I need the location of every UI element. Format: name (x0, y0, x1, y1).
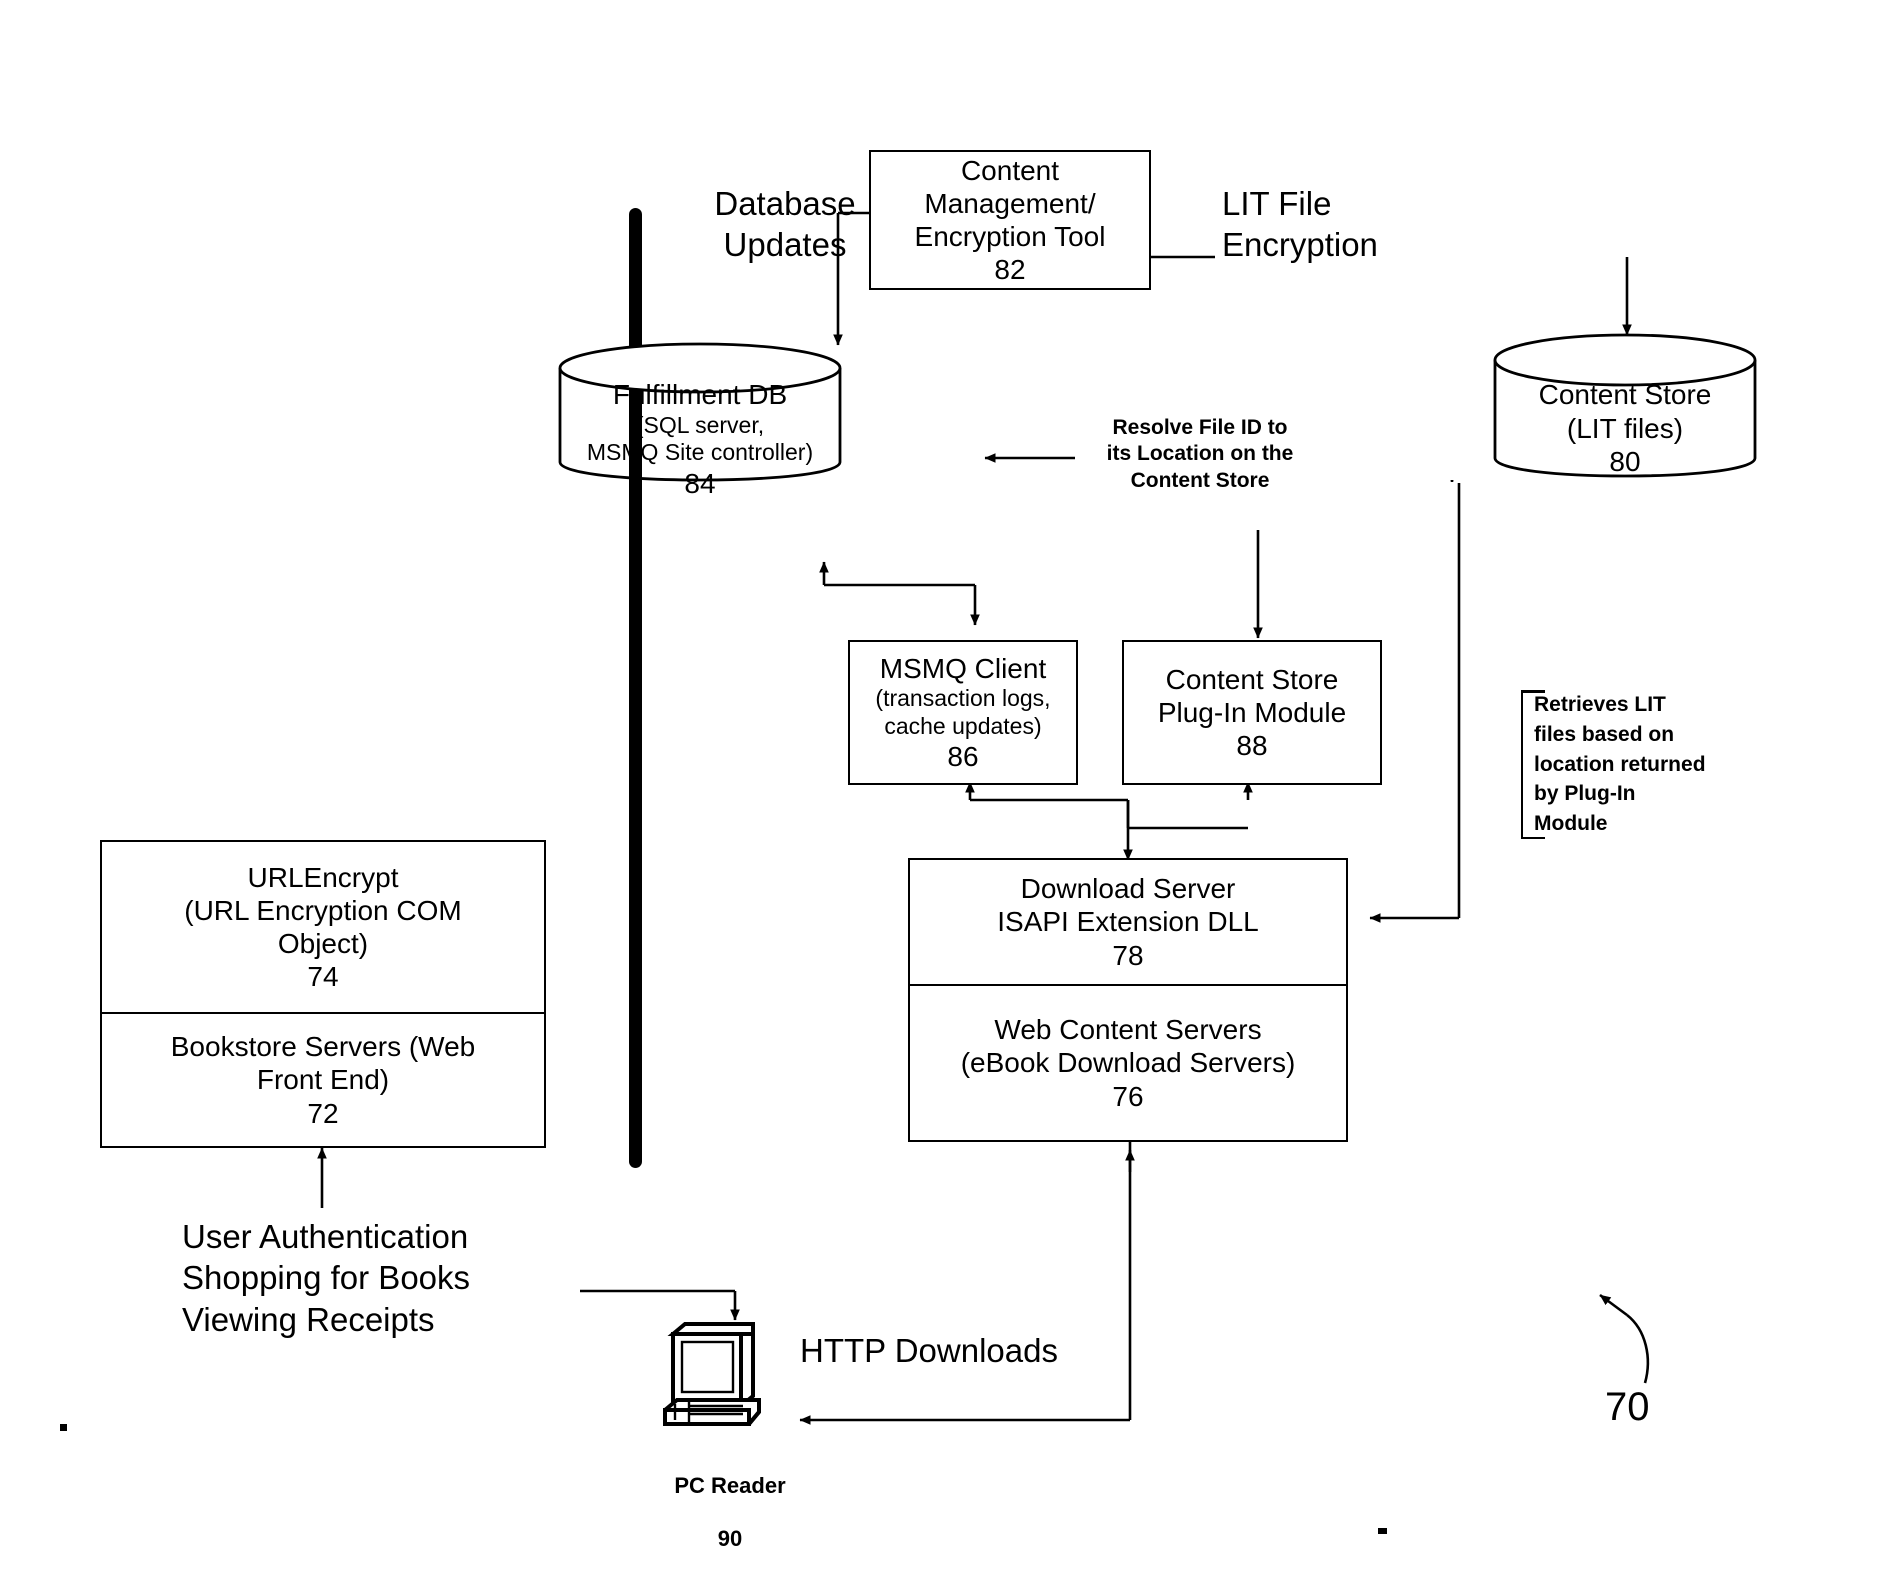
node-pc-reader[interactable] (655, 1320, 805, 1450)
node-content-store-plugin-module[interactable]: Content Store Plug-In Module 88 (1122, 640, 1382, 785)
node-title: Content Store (1538, 379, 1712, 410)
node-ref-number: 76 (1112, 1080, 1144, 1112)
node-ref-number: 80 (1609, 446, 1641, 478)
node-detail: (LIT files) (1566, 412, 1684, 444)
desktop-computer-icon (663, 1322, 761, 1426)
wire-figure-leader-arrow (1599, 1293, 1628, 1317)
pc-reader-caption: PC Reader 90 (620, 1446, 840, 1580)
annotation-user-actions: User Authentication Shopping for Books V… (182, 1218, 471, 1338)
node-web-content-servers[interactable]: Web Content Servers (eBook Download Serv… (910, 984, 1346, 1140)
annotation-lit-file-encryption: LIT File Encryption (1222, 185, 1378, 264)
node-detail: (SQL server, MSMQ Site controller) (586, 411, 814, 466)
node-ref-number: 72 (307, 1097, 339, 1129)
annotation-retrieves-lit-files: Retrieves LIT files based on location re… (1520, 690, 1749, 840)
node-url-encrypt[interactable]: URLEncrypt (URL Encryption COM Object) 7… (102, 842, 544, 1012)
node-ref-number: 84 (684, 467, 716, 499)
node-title: PC Reader (674, 1472, 786, 1498)
node-ref-number: 74 (307, 961, 339, 993)
scan-artifact-speck (1378, 1528, 1387, 1534)
node-content-store[interactable]: Content Store (LIT files) 80 (1490, 330, 1760, 490)
figure-number: 70 (1605, 1385, 1650, 1429)
node-title: Web Content Servers (eBook Download Serv… (960, 1014, 1296, 1079)
annotation-database-updates: Database Updates (714, 185, 856, 264)
node-detail: (transaction logs, cache updates) (875, 685, 1051, 739)
node-detail: (URL Encryption COM Object) (184, 894, 462, 959)
node-download-server[interactable]: Download Server ISAPI Extension DLL 78 (910, 860, 1346, 984)
annotation-http-downloads: HTTP Downloads (800, 1332, 1058, 1369)
node-title: MSMQ Client (879, 653, 1047, 685)
annotation-resolve-file-id: Resolve File ID to its Location on the C… (1106, 416, 1294, 492)
node-ref-number: 82 (994, 254, 1026, 286)
node-download-server-stack[interactable]: Download Server ISAPI Extension DLL 78 W… (908, 858, 1348, 1142)
node-ref-number: 90 (717, 1526, 743, 1552)
node-title: URLEncrypt (247, 861, 399, 893)
node-title: Download Server ISAPI Extension DLL (997, 873, 1259, 938)
node-msmq-client[interactable]: MSMQ Client (transaction logs, cache upd… (848, 640, 1078, 785)
node-bookstore-servers[interactable]: Bookstore Servers (Web Front End) 72 (102, 1012, 544, 1146)
node-content-management-encryption-tool[interactable]: Content Management/ Encryption Tool 82 (869, 150, 1151, 290)
node-bookstore-stack[interactable]: URLEncrypt (URL Encryption COM Object) 7… (100, 840, 546, 1148)
node-title: Content Store Plug-In Module (1157, 663, 1347, 728)
wire-figure-leader (1626, 1313, 1650, 1384)
node-fulfillment-db[interactable]: Fulfillment DB (SQL server, MSMQ Site co… (555, 340, 845, 499)
node-title: Bookstore Servers (Web Front End) (170, 1031, 476, 1096)
node-ref-number: 88 (1236, 730, 1268, 762)
node-ref-number: 86 (947, 740, 979, 772)
node-title: Fulfillment DB (612, 379, 788, 410)
node-ref-number: 78 (1112, 939, 1144, 971)
scan-artifact-speck (60, 1424, 67, 1431)
node-label: Content Management/ Encryption Tool (914, 154, 1106, 252)
patent-figure-canvas: Content Management/ Encryption Tool 82 D… (0, 0, 1888, 1568)
